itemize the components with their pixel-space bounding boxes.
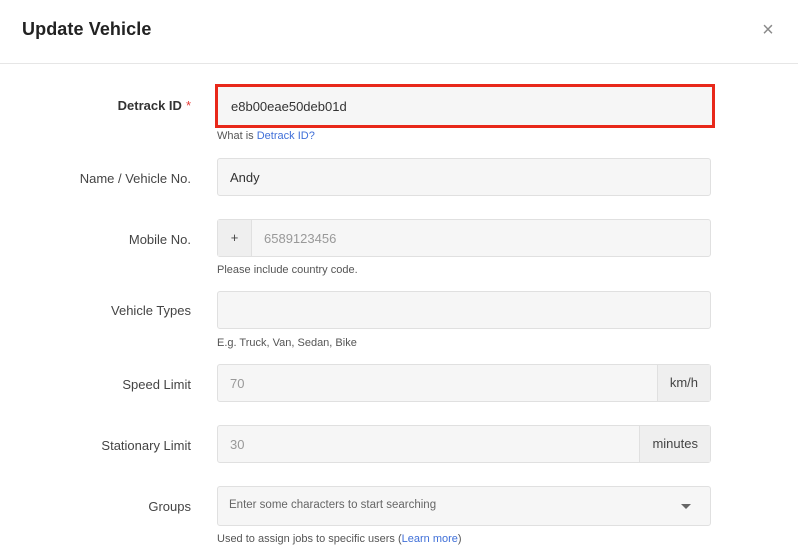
learn-more-link[interactable]: Learn more <box>402 533 458 545</box>
groups-help: Used to assign jobs to specific users (L… <box>217 533 462 545</box>
close-icon[interactable]: × <box>760 18 776 42</box>
mobile-help: Please include country code. <box>217 264 358 276</box>
modal-header: Update Vehicle × <box>0 0 798 64</box>
speed-limit-input[interactable] <box>218 365 710 401</box>
vehicle-types-field[interactable] <box>217 291 711 329</box>
groups-label: Groups <box>148 499 191 514</box>
detrack-id-input[interactable] <box>218 87 712 125</box>
detrack-id-help-text: What is <box>217 130 257 142</box>
name-label: Name / Vehicle No. <box>79 171 191 186</box>
vehicle-types-input[interactable] <box>218 292 710 328</box>
stationary-limit-label: Stationary Limit <box>101 438 191 453</box>
vehicle-types-help: E.g. Truck, Van, Sedan, Bike <box>217 337 357 349</box>
speed-limit-field[interactable]: km/h <box>217 364 711 402</box>
detrack-id-help-link[interactable]: Detrack ID? <box>257 130 315 142</box>
stationary-limit-input[interactable] <box>218 426 710 462</box>
groups-help-close: ) <box>457 533 462 545</box>
mobile-prefix: + <box>218 220 252 256</box>
modal-title: Update Vehicle <box>22 19 152 39</box>
stationary-limit-unit: minutes <box>639 426 710 462</box>
mobile-input[interactable] <box>218 220 710 256</box>
speed-limit-unit: km/h <box>656 365 710 401</box>
update-vehicle-modal: Update Vehicle × Detrack ID* What is Det… <box>0 0 798 554</box>
name-field[interactable] <box>217 158 711 196</box>
groups-help-text: Used to assign jobs to specific users ( <box>217 533 402 545</box>
groups-select[interactable]: Enter some characters to start searching <box>217 486 711 526</box>
detrack-id-field[interactable] <box>215 84 715 128</box>
mobile-field[interactable]: + <box>217 219 711 257</box>
chevron-down-icon[interactable] <box>681 504 691 509</box>
mobile-label: Mobile No. <box>128 232 191 247</box>
detrack-id-label: Detrack ID * <box>118 98 191 113</box>
vehicle-types-label: Vehicle Types <box>111 303 191 318</box>
groups-placeholder: Enter some characters to start searching <box>229 499 437 511</box>
stationary-limit-field[interactable]: minutes <box>217 425 711 463</box>
name-input[interactable] <box>218 159 710 195</box>
required-marker: * <box>185 98 191 113</box>
detrack-id-label-text: Detrack ID <box>117 98 182 113</box>
detrack-id-help: What is Detrack ID? <box>217 130 315 142</box>
speed-limit-label: Speed Limit <box>122 377 191 392</box>
